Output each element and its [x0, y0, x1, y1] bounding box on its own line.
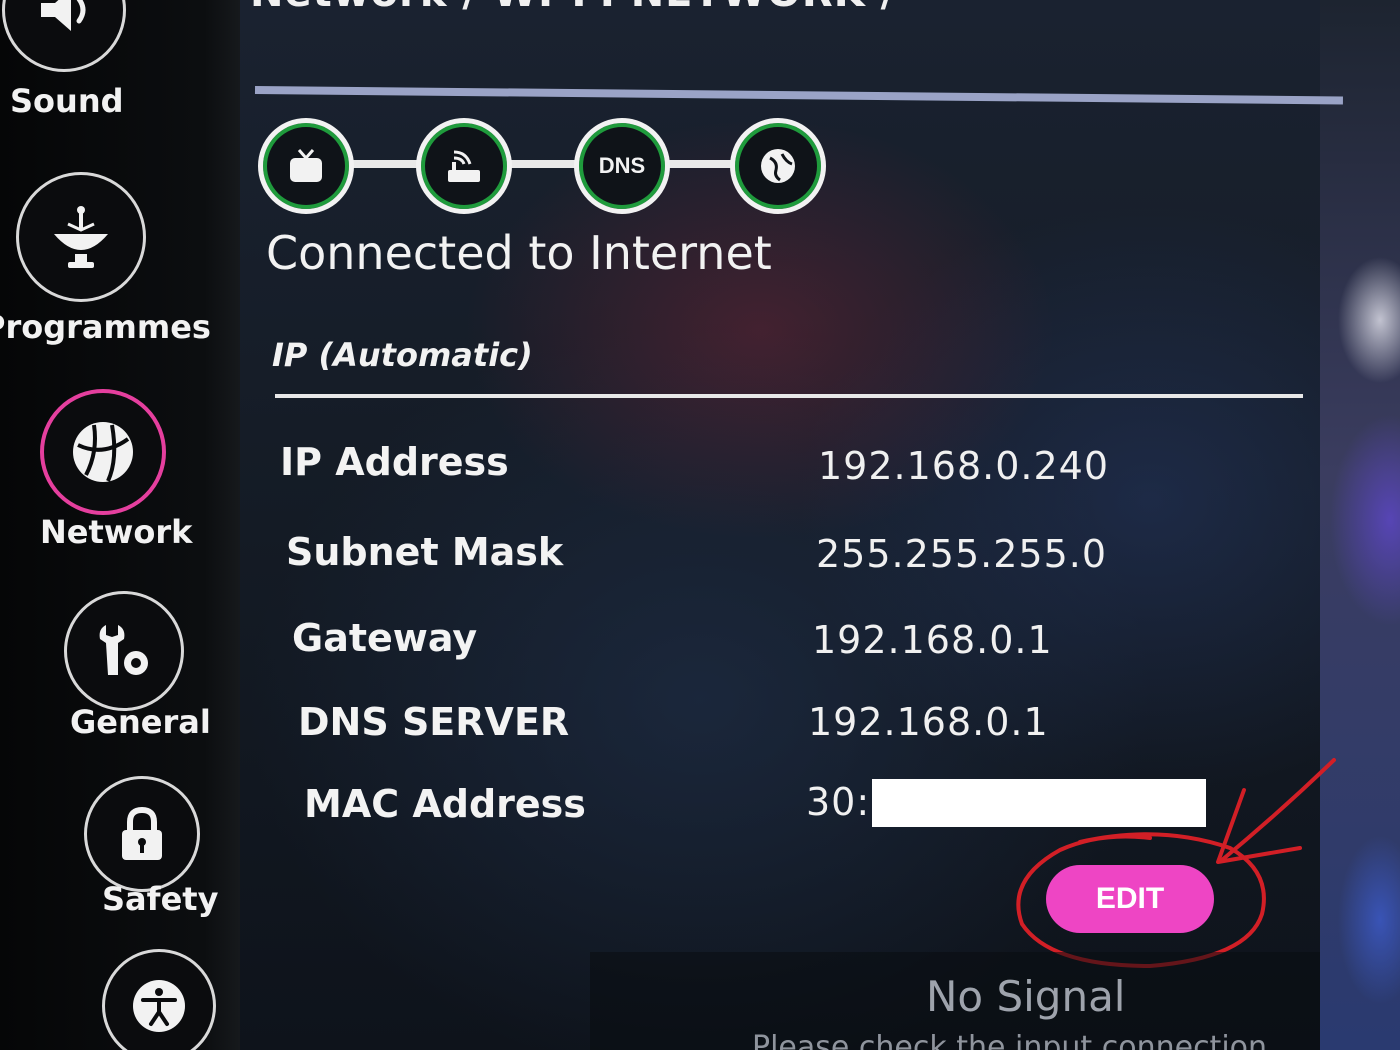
subnet-mask-value: 255.255.255.0 [816, 532, 1108, 576]
tv-icon [258, 118, 354, 214]
no-signal-title: No Signal [926, 972, 1126, 1021]
connection-status-chain: DNS [258, 118, 826, 222]
dns-server-value: 192.168.0.1 [808, 700, 1049, 744]
ip-address-value: 192.168.0.240 [818, 444, 1110, 488]
ip-mode-heading: IP (Automatic) [272, 336, 533, 374]
status-connector [344, 160, 424, 168]
sidebar-item-safety[interactable]: Safety [0, 770, 240, 920]
satellite-dish-icon [16, 172, 146, 302]
mac-address-value: 30: [806, 780, 871, 824]
mac-address-label: MAC Address [304, 782, 586, 826]
sidebar-item-label: General [70, 703, 211, 741]
settings-sidebar: Sound Programmes Network General Safety [0, 0, 240, 1050]
gateway-value: 192.168.0.1 [812, 618, 1053, 662]
sidebar-item-label: Safety [102, 880, 219, 918]
sidebar-item-label: Programmes [0, 308, 211, 346]
gateway-label: Gateway [292, 616, 478, 660]
internet-globe-icon [730, 118, 826, 214]
redaction-box [872, 779, 1206, 827]
globe-icon [40, 389, 166, 515]
speaker-icon [2, 0, 126, 72]
status-connector [502, 160, 582, 168]
dns-node: DNS [574, 118, 670, 214]
annotation-arrow-shaft [1220, 758, 1336, 862]
dns-label: DNS [598, 153, 646, 178]
tv-screen: Sound Programmes Network General Safety … [0, 0, 1400, 1050]
header-divider [254, 86, 1343, 105]
sidebar-item-accessibility[interactable] [0, 945, 240, 1050]
edit-button[interactable]: EDIT [1046, 865, 1214, 933]
sidebar-item-general[interactable]: General [0, 585, 240, 745]
sidebar-item-network[interactable]: Network [0, 385, 240, 560]
sidebar-item-programmes[interactable]: Programmes [0, 160, 240, 350]
subnet-mask-label: Subnet Mask [286, 530, 564, 574]
lock-icon [84, 776, 200, 892]
ip-address-label: IP Address [280, 440, 509, 484]
router-icon [416, 118, 512, 214]
section-divider [275, 394, 1303, 398]
background-image [1320, 0, 1400, 1050]
sidebar-item-label: Sound [10, 82, 124, 120]
annotation-arrow-head [1216, 788, 1302, 864]
sidebar-item-sound[interactable]: Sound [0, 0, 240, 130]
connection-status-text: Connected to Internet [266, 226, 772, 280]
dns-server-label: DNS SERVER [298, 700, 570, 744]
no-signal-subtitle: Please check the input connection [752, 1030, 1268, 1050]
sidebar-item-label: Network [40, 513, 193, 551]
breadcrumb: Network / WI-FI NETWORK / [250, 0, 896, 16]
wrench-gear-icon [64, 591, 184, 711]
status-connector [658, 160, 738, 168]
accessibility-icon [102, 949, 216, 1050]
